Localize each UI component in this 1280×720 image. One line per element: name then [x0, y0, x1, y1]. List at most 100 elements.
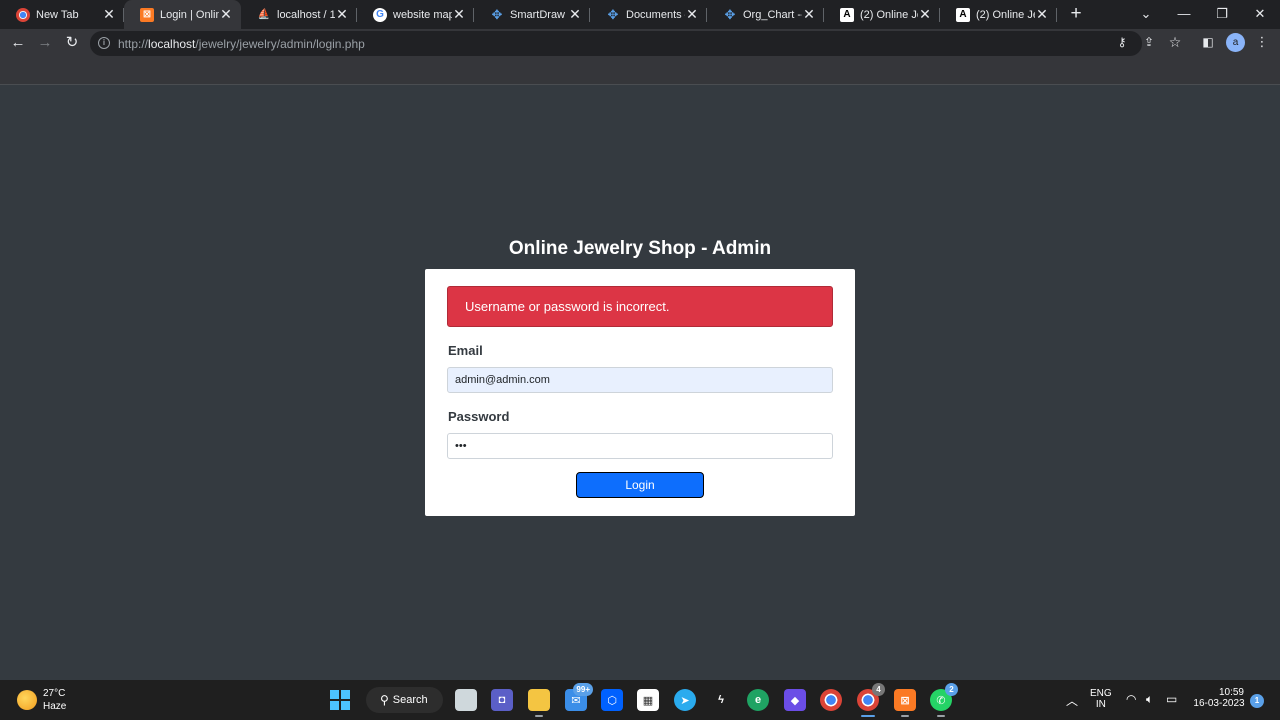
tab-org-chart[interactable]: ✥ Org_Chart -- S ✕ [707, 0, 824, 29]
show-hidden-icons-chevron-icon[interactable]: ︿ [1066, 692, 1078, 709]
running-indicator [535, 715, 543, 717]
tab-title: website map c [393, 8, 452, 21]
mail-badge: 99+ [573, 683, 593, 696]
microsoft-store-icon[interactable]: ▦ [637, 689, 659, 711]
tab-online-jewelry-2[interactable]: A (2) Online Jew ✕ [940, 0, 1057, 29]
a-icon: A [840, 7, 854, 22]
reload-icon[interactable]: ↻ [61, 32, 83, 54]
back-arrow-icon[interactable]: ← [7, 32, 29, 54]
running-indicator [901, 715, 909, 717]
running-indicator [861, 715, 875, 717]
teams-chat-icon[interactable]: ◘ [491, 689, 513, 711]
notification-badge[interactable]: 1 [1250, 694, 1264, 708]
tab-phpmyadmin[interactable]: ⛵ localhost / 127 ✕ [241, 0, 357, 29]
password-label: Password [448, 409, 510, 424]
smartdraw-icon: ✥ [491, 6, 503, 22]
tab-strip: New Tab ✕ ⊠ Login | Online ✕ ⛵ localhost… [0, 0, 1280, 29]
windows-start-icon[interactable] [329, 689, 351, 711]
running-indicator [937, 715, 945, 717]
maximize-icon[interactable]: ❐ [1203, 0, 1241, 29]
close-icon[interactable]: ✕ [219, 6, 233, 23]
tab-new-tab[interactable]: New Tab ✕ [0, 0, 124, 29]
login-card: Username or password is incorrect. Email… [425, 269, 855, 516]
minimize-icon[interactable]: — [1165, 0, 1203, 29]
a-icon: A [956, 7, 970, 22]
lightning-app-icon[interactable]: ϟ [710, 689, 732, 711]
xampp-icon: ⊠ [140, 7, 154, 22]
close-icon[interactable]: ✕ [102, 6, 116, 23]
wifi-icon[interactable]: ◠ [1126, 692, 1136, 706]
tab-online-jewelry-1[interactable]: A (2) Online Jew ✕ [824, 0, 940, 29]
file-explorer-icon[interactable] [528, 689, 550, 717]
chrome-profile-taskbar-icon[interactable]: 4 [857, 683, 885, 717]
clock-date: 16-03-2023 [1193, 698, 1245, 709]
url-host: localhost [148, 37, 196, 51]
side-panel-icon[interactable]: ◧ [1200, 34, 1216, 50]
chrome-taskbar-icon[interactable] [820, 689, 842, 711]
close-icon[interactable]: ✕ [685, 6, 699, 23]
tab-title: (2) Online Jew [860, 8, 918, 21]
clock[interactable]: 10:59 16-03-2023 [1190, 687, 1248, 709]
battery-icon[interactable]: ▭ [1166, 692, 1177, 706]
login-button[interactable]: Login [576, 472, 704, 498]
browser-toolbar: ← → ↻ i http://localhost/jewelry/jewelry… [0, 29, 1280, 57]
power-automate-icon[interactable]: ◆ [784, 689, 806, 711]
search-icon: ⚲ [380, 693, 389, 707]
page-title: Online Jewelry Shop - Admin [508, 238, 772, 259]
url-text[interactable]: http://localhost/jewelry/jewelry/admin/l… [118, 37, 365, 51]
window-close-icon[interactable]: ✕ [1241, 0, 1279, 29]
tab-title: Login | Online [160, 8, 219, 21]
address-bar[interactable]: i http://localhost/jewelry/jewelry/admin… [90, 31, 1142, 56]
volume-icon[interactable]: 🔈︎ [1146, 692, 1153, 707]
windows-taskbar: 27°C Haze ⚲ Search ◘ ✉ 99+ ⬡ ▦ ➤ ϟ e ◆ 4 … [0, 680, 1280, 720]
language-indicator[interactable]: ENG IN [1090, 688, 1112, 710]
task-view-icon[interactable] [455, 689, 477, 711]
tab-title: SmartDraw - C [510, 8, 568, 21]
close-icon[interactable]: ✕ [918, 6, 932, 23]
new-tab-plus-icon[interactable]: + [1066, 3, 1086, 25]
taskbar-search[interactable]: ⚲ Search [366, 687, 443, 713]
edge-icon[interactable]: e [747, 689, 769, 711]
close-icon[interactable]: ✕ [452, 6, 466, 23]
menu-kebab-icon[interactable]: ⋮ [1254, 34, 1270, 50]
mail-icon[interactable]: ✉ 99+ [565, 683, 593, 711]
close-icon[interactable]: ✕ [568, 6, 582, 23]
forward-arrow-icon[interactable]: → [34, 32, 56, 54]
clock-time: 10:59 [1218, 687, 1244, 698]
profile-avatar[interactable]: a [1226, 33, 1245, 52]
close-icon[interactable]: ✕ [802, 6, 816, 23]
tab-title: Documents — [626, 8, 685, 21]
region-code: IN [1095, 699, 1106, 710]
password-field[interactable] [447, 433, 833, 459]
tab-google[interactable]: G website map c ✕ [357, 0, 474, 29]
telegram-icon[interactable]: ➤ [674, 689, 696, 711]
star-icon[interactable]: ☆ [1167, 34, 1183, 50]
search-label: Search [392, 694, 428, 706]
close-icon[interactable]: ✕ [1035, 6, 1049, 23]
tab-login[interactable]: ⊠ Login | Online ✕ [124, 0, 241, 29]
google-icon: G [373, 7, 387, 22]
tab-title: New Tab [36, 8, 79, 21]
xampp-taskbar-icon[interactable]: ⊠ [894, 689, 916, 717]
tab-smartdraw[interactable]: ✥ SmartDraw - C ✕ [474, 0, 590, 29]
whatsapp-icon[interactable]: ✆ 2 [930, 683, 958, 717]
tab-title: localhost / 127 [277, 8, 335, 21]
share-icon[interactable]: ⇪ [1141, 34, 1157, 50]
email-label: Email [448, 343, 483, 358]
tab-documents[interactable]: ✥ Documents — ✕ [590, 0, 707, 29]
key-icon[interactable]: ⚷ [1114, 34, 1130, 50]
weather-condition: Haze [43, 701, 67, 712]
email-field[interactable] [447, 367, 833, 393]
smartdraw-icon: ✥ [607, 6, 619, 22]
dropbox-icon[interactable]: ⬡ [601, 689, 623, 711]
site-info-icon[interactable]: i [98, 37, 110, 49]
error-alert: Username or password is incorrect. [447, 286, 833, 327]
bookmark-bar [0, 57, 1280, 85]
haze-sun-icon [17, 690, 37, 710]
tab-search-chevron-icon[interactable]: ⌄ [1127, 0, 1165, 29]
url-prefix: http:// [118, 37, 149, 51]
tab-separator [1056, 8, 1057, 22]
close-icon[interactable]: ✕ [335, 6, 349, 23]
weather-temperature: 27°C [43, 688, 66, 699]
whatsapp-badge: 2 [945, 683, 958, 696]
